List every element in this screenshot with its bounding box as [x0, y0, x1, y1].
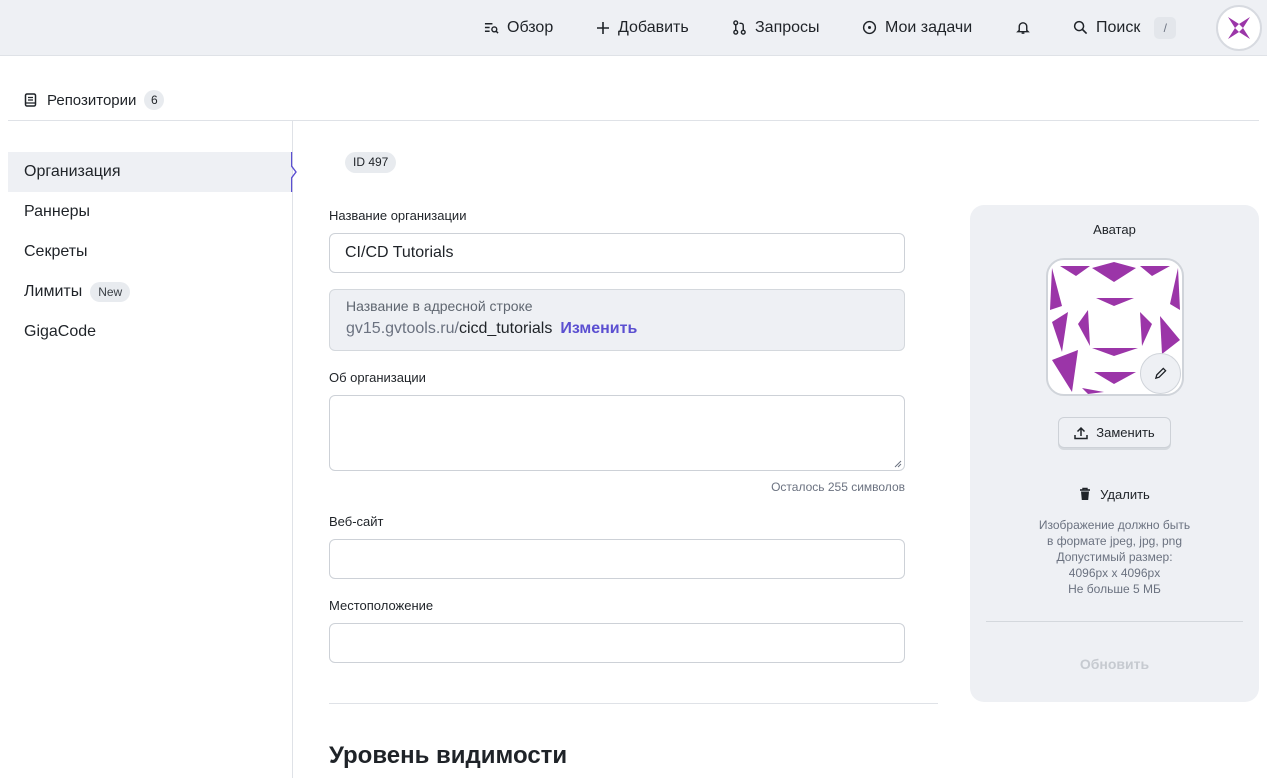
avatar-requirements-hint: Изображение должно быть в формате jpeg, …: [970, 517, 1259, 597]
nav-add[interactable]: Добавить: [596, 0, 689, 55]
delete-avatar-button[interactable]: Удалить: [970, 484, 1259, 504]
nav-my-tasks[interactable]: Мои задачи: [862, 0, 972, 55]
pull-request-icon: [733, 20, 746, 35]
location-label: Местоположение: [329, 598, 434, 613]
user-avatar[interactable]: [1216, 5, 1262, 51]
avatar-card-title: Аватар: [1093, 222, 1136, 237]
avatar-card-divider: [986, 621, 1243, 622]
nav-add-label: Добавить: [618, 18, 689, 36]
sidebar-item-label: GigaCode: [24, 323, 97, 340]
sidebar-item-label: Лимиты: [24, 283, 83, 300]
sidebar-item-gigacode[interactable]: GigaCode: [8, 312, 292, 352]
bell-icon: [1016, 22, 1030, 34]
hint-line: Изображение должно быть: [1038, 518, 1191, 532]
delete-avatar-label: Удалить: [1100, 486, 1150, 502]
nav-search-label: Поиск: [1096, 18, 1141, 36]
search-shortcut-key: /: [1154, 16, 1177, 39]
repository-icon: [24, 93, 37, 107]
nav-overview[interactable]: Обзор: [484, 0, 553, 55]
hint-line: в формате jpeg, jpg, png: [1046, 534, 1183, 548]
nav-search[interactable]: Поиск /: [1073, 0, 1177, 55]
plus-icon: [597, 21, 609, 34]
search-icon: [1073, 20, 1088, 35]
org-name-label: Название организации: [329, 208, 467, 223]
hint-line: Не больше 5 МБ: [1068, 582, 1161, 596]
new-badge: New: [90, 282, 131, 302]
sidebar-item-secrets[interactable]: Секреты: [8, 232, 292, 272]
notifications-button[interactable]: [1016, 0, 1038, 55]
about-textarea[interactable]: [329, 395, 905, 471]
slug-host: gv15.gvtools.ru/: [346, 320, 459, 337]
pencil-icon: [1154, 367, 1167, 380]
hint-line: Допустимый размер:: [1056, 550, 1173, 564]
chars-left-counter: Осталось 255 символов: [771, 480, 905, 494]
settings-sidebar: Организация Раннеры Секреты Лимиты New G…: [8, 121, 297, 778]
top-bar: Обзор Добавить Запросы Мои задачи Поиск …: [0, 0, 1267, 56]
edit-avatar-button[interactable]: [1140, 353, 1181, 394]
nav-my-tasks-label: Мои задачи: [885, 18, 973, 36]
avatar-logo-icon: [1228, 17, 1250, 39]
task-circle-icon: [862, 20, 877, 35]
nav-requests[interactable]: Запросы: [732, 0, 820, 55]
about-label: Об организации: [329, 370, 426, 385]
nav-overview-label: Обзор: [507, 18, 554, 36]
organization-id-badge: ID 497: [345, 152, 397, 173]
location-input[interactable]: [329, 623, 905, 663]
hint-line: 4096px x 4096px: [1068, 566, 1161, 580]
org-name-input[interactable]: CI/CD Tutorials: [329, 233, 905, 273]
resize-grip-icon[interactable]: [894, 460, 902, 468]
replace-avatar-label: Заменить: [1096, 425, 1155, 440]
overview-icon: [484, 23, 499, 34]
visibility-section-title: Уровень видимости: [329, 742, 568, 769]
sidebar-item-limits[interactable]: Лимиты New: [8, 272, 292, 312]
change-slug-link[interactable]: Изменить: [560, 320, 637, 338]
repositories-link[interactable]: Репозитории 6: [24, 89, 165, 111]
nav-requests-label: Запросы: [755, 18, 820, 36]
slug-value: cicd_tutorials: [458, 320, 553, 337]
repositories-count-badge: 6: [144, 90, 165, 110]
trash-icon: [1080, 487, 1091, 500]
sidebar-item-label: Секреты: [24, 243, 88, 260]
sidebar-item-label: Раннеры: [24, 203, 91, 220]
org-name-value: CI/CD Tutorials: [345, 244, 454, 261]
sidebar-item-label: Организация: [24, 163, 121, 180]
slug-label: Название в адресной строке: [346, 298, 533, 314]
sidebar-item-organization[interactable]: Организация: [8, 152, 292, 192]
replace-avatar-button[interactable]: Заменить: [1058, 417, 1171, 448]
avatar-card: Аватар Заменить Удалить Изображение долж…: [970, 205, 1259, 702]
section-divider: [329, 703, 938, 704]
upload-icon: [1074, 426, 1089, 439]
website-label: Веб-сайт: [329, 514, 384, 529]
update-button[interactable]: Обновить: [970, 656, 1259, 672]
website-input[interactable]: [329, 539, 905, 579]
slug-field: Название в адресной строке gv15.gvtools.…: [329, 289, 905, 351]
repositories-label: Репозитории: [47, 91, 137, 109]
sidebar-item-runners[interactable]: Раннеры: [8, 192, 292, 232]
active-item-marker: [291, 152, 297, 192]
